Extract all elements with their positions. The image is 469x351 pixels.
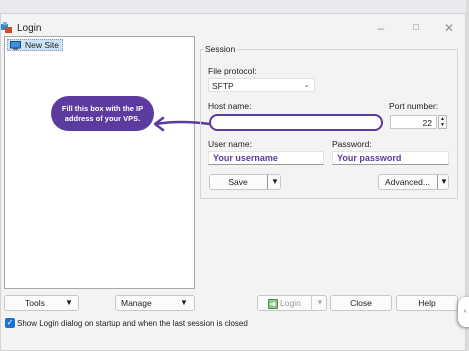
tools-dropdown-icon: ▼: [65, 298, 73, 307]
file-protocol-value: SFTP: [212, 81, 234, 91]
window-title: Login: [17, 23, 42, 34]
tools-button[interactable]: Tools ▼: [4, 295, 79, 311]
login-button[interactable]: Login ▼: [257, 295, 327, 311]
manage-button[interactable]: Manage ▼: [115, 295, 195, 311]
show-login-checkbox[interactable]: ✓: [5, 318, 15, 328]
chevron-down-icon: ⌄: [303, 80, 310, 89]
checkmark-icon: ✓: [6, 318, 14, 327]
monitor-icon: [10, 40, 21, 50]
save-button-label: Save: [228, 177, 248, 187]
minimize-icon[interactable]: –: [374, 21, 388, 35]
annotation-callout: Fill this box with the IP address of you…: [51, 96, 154, 131]
site-tree[interactable]: New Site: [4, 36, 195, 289]
close-button[interactable]: Close: [330, 295, 392, 311]
user-name-input[interactable]: Your username: [208, 151, 324, 165]
advanced-split-divider: [437, 175, 438, 189]
port-number-input[interactable]: 22: [390, 115, 437, 129]
save-button[interactable]: Save ▼: [209, 174, 281, 190]
advanced-button-label: Advanced...: [385, 177, 430, 187]
tools-button-label: Tools: [25, 298, 45, 308]
user-name-label: User name:: [208, 139, 252, 149]
manage-button-label: Manage: [121, 298, 152, 308]
maximize-icon[interactable]: □: [409, 21, 423, 35]
password-label: Password:: [332, 139, 372, 149]
save-split-divider: [267, 175, 268, 189]
host-name-label: Host name:: [208, 101, 252, 111]
port-number-label: Port number:: [389, 101, 439, 111]
side-handle[interactable]: ‹: [458, 297, 469, 327]
port-spinner[interactable]: ▲ ▼: [438, 115, 447, 129]
help-button[interactable]: Help: [396, 295, 458, 311]
app-icon: [1, 22, 12, 33]
login-icon: [268, 299, 278, 309]
host-name-input[interactable]: [209, 114, 383, 131]
session-group-label: Session: [204, 44, 237, 54]
close-icon[interactable]: ✕: [442, 21, 456, 35]
tree-item-label: New Site: [25, 40, 60, 50]
login-split-divider: [311, 296, 312, 310]
advanced-dropdown-icon[interactable]: ▼: [440, 175, 448, 189]
tree-item-new-site[interactable]: New Site: [7, 39, 64, 51]
manage-dropdown-icon: ▼: [180, 298, 188, 307]
file-protocol-label: File protocol:: [208, 66, 257, 76]
password-input[interactable]: Your password: [332, 151, 449, 165]
show-login-checkbox-label: Show Login dialog on startup and when th…: [17, 319, 248, 328]
file-protocol-select[interactable]: SFTP ⌄: [208, 78, 315, 92]
spin-down-icon[interactable]: ▼: [439, 122, 446, 128]
login-dropdown-icon[interactable]: ▼: [316, 296, 324, 310]
login-button-label: Login: [280, 298, 301, 308]
advanced-button[interactable]: Advanced... ▼: [378, 174, 449, 190]
save-dropdown-icon[interactable]: ▼: [271, 175, 279, 189]
